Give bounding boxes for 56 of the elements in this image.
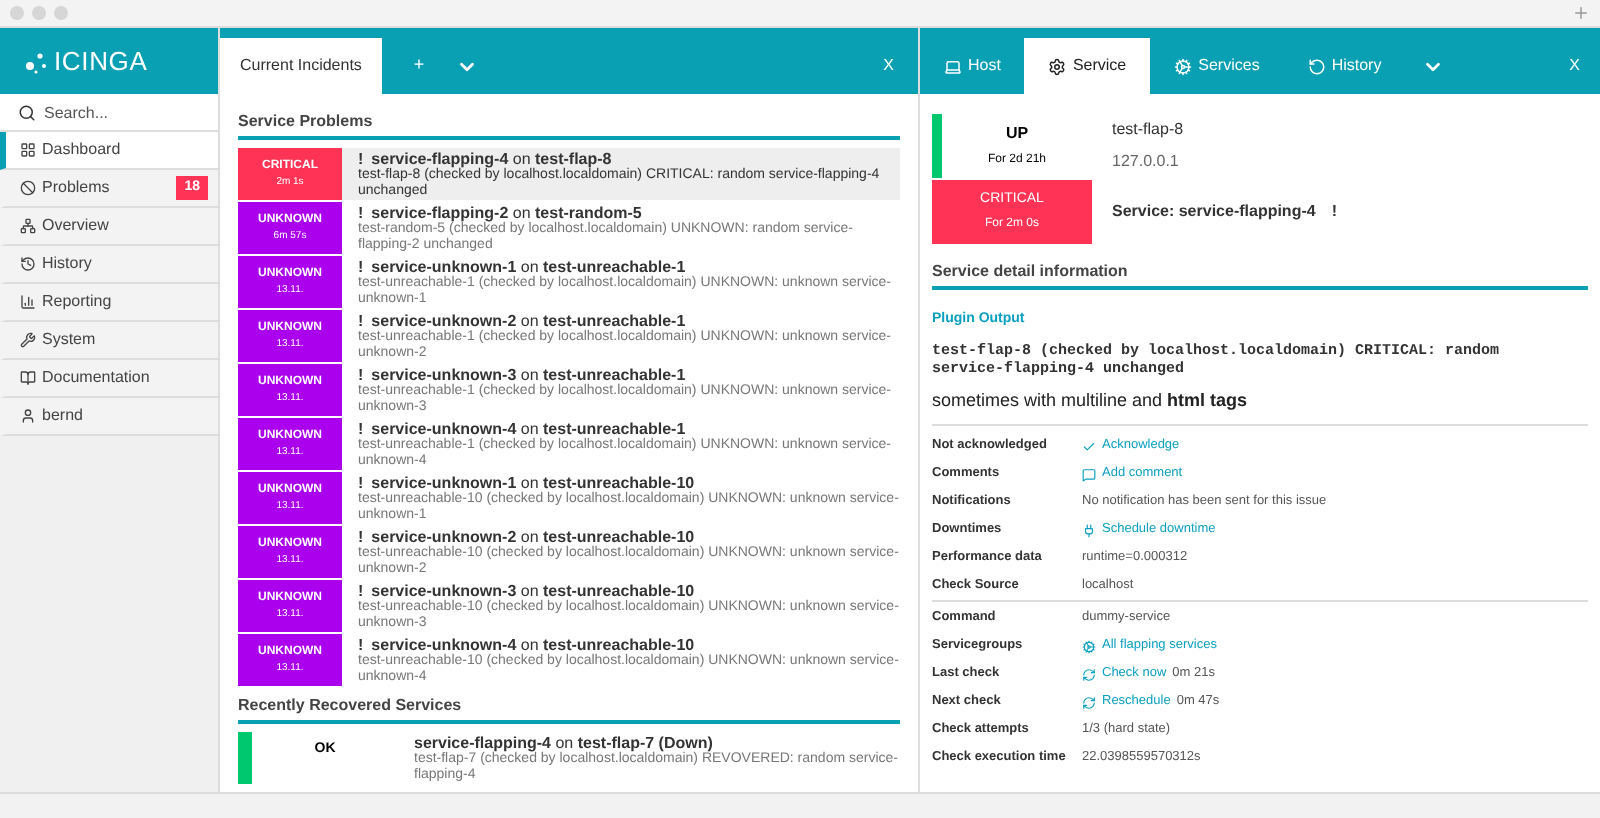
flag-icon: ! bbox=[358, 636, 364, 654]
gears-icon bbox=[1082, 639, 1096, 653]
service-title[interactable]: service-unknown-2 on test-unreachable-10 bbox=[371, 528, 695, 546]
book-icon bbox=[20, 370, 36, 386]
flag-icon: ! bbox=[358, 204, 364, 222]
flag-icon: ! bbox=[358, 528, 364, 546]
service-title[interactable]: service-unknown-2 on test-unreachable-1 bbox=[371, 312, 686, 330]
service-name: Service: service-flapping-4 bbox=[1112, 200, 1316, 224]
service-title[interactable]: service-unknown-1 on test-unreachable-10 bbox=[371, 474, 695, 492]
flag-icon: ! bbox=[358, 420, 364, 438]
sitemap-icon bbox=[20, 218, 36, 234]
flag-icon: ! bbox=[358, 150, 364, 168]
section-heading: Service Problems bbox=[238, 110, 900, 140]
plug-icon bbox=[1082, 523, 1096, 537]
sidebar-item[interactable]: Dashboard bbox=[0, 132, 218, 170]
chart-icon bbox=[20, 294, 36, 310]
service-title[interactable]: service-unknown-3 on test-unreachable-10 bbox=[371, 582, 695, 600]
wrench-icon bbox=[20, 332, 36, 348]
tab[interactable]: Current Incidents bbox=[220, 38, 382, 94]
comment-icon bbox=[1082, 467, 1096, 481]
history-icon bbox=[1307, 57, 1326, 75]
check-icon bbox=[1082, 439, 1096, 453]
gears-icon bbox=[1174, 57, 1193, 75]
history-icon bbox=[20, 256, 36, 272]
service-title[interactable]: service-unknown-4 on test-unreachable-1 bbox=[371, 420, 686, 438]
flag-icon: ! bbox=[358, 474, 364, 492]
ban-icon bbox=[20, 180, 36, 196]
plugin-output-text: sometimes with multiline and html tags bbox=[932, 387, 1250, 414]
logo-icon bbox=[24, 49, 48, 73]
service-title[interactable]: service-flapping-4 on test-flap-7 (Down) bbox=[414, 734, 713, 752]
grid-icon bbox=[20, 142, 36, 158]
refresh-icon bbox=[1082, 667, 1096, 681]
flag-icon: ! bbox=[358, 582, 364, 600]
search-icon bbox=[18, 104, 36, 122]
refresh-icon bbox=[1082, 695, 1096, 709]
section-heading: Service detail information bbox=[932, 260, 1588, 290]
new-tab-icon[interactable] bbox=[1572, 4, 1590, 22]
user-icon bbox=[20, 408, 36, 424]
logo-text: ICINGA bbox=[54, 43, 148, 80]
search-field[interactable]: Search... bbox=[0, 94, 218, 132]
service-title[interactable]: service-unknown-4 on test-unreachable-10 bbox=[371, 636, 695, 654]
host-name: test-flap-8 bbox=[1112, 118, 1184, 142]
flag-icon: ! bbox=[1331, 200, 1337, 224]
service-title[interactable]: service-flapping-2 on test-random-5 bbox=[371, 204, 642, 222]
service-title[interactable]: service-flapping-4 on test-flap-8 bbox=[371, 150, 612, 168]
laptop-icon bbox=[944, 57, 962, 75]
flag-icon: ! bbox=[358, 312, 364, 330]
service-title[interactable]: service-unknown-3 on test-unreachable-1 bbox=[371, 366, 686, 384]
gear-icon bbox=[1048, 57, 1067, 75]
tab[interactable]: Service bbox=[1024, 38, 1151, 94]
section-heading: Recently Recovered Services bbox=[238, 694, 900, 724]
service-title[interactable]: service-unknown-1 on test-unreachable-1 bbox=[371, 258, 686, 276]
host-address: 127.0.0.1 bbox=[1112, 150, 1181, 174]
flag-icon: ! bbox=[358, 258, 364, 276]
state-label: UP bbox=[1005, 122, 1029, 146]
flag-icon: ! bbox=[358, 366, 364, 384]
